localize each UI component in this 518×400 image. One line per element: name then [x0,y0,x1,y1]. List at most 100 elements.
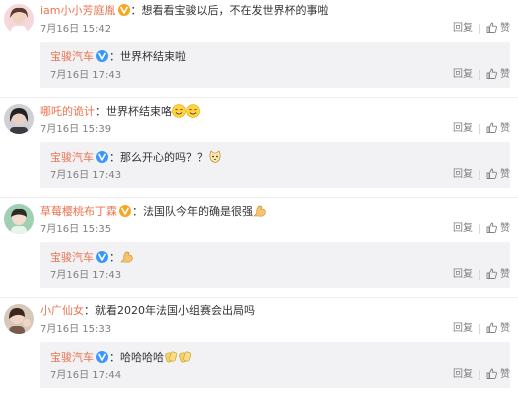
thumbs-up-icon [486,22,497,33]
like-label: 赞 [500,323,510,334]
comment-actions: 回复 赞 [453,368,510,383]
action-divider [479,324,480,334]
like-label: 赞 [500,369,510,380]
comment-actions: 回复 赞 [453,222,510,237]
like-button[interactable]: 赞 [486,222,510,236]
strong-arm-emoji [120,251,133,263]
comment-line: 草莓樱桃布丁霖 ：法国队今年的确是很强 [40,204,267,219]
reply-box: 宝骏汽车 ：哈哈哈哈 7月16日 17:44 回复 赞 [40,342,510,388]
reply-button[interactable]: 回复 [453,68,473,82]
vip-yellow-v-icon [117,4,130,16]
like-label: 赞 [500,123,510,134]
colon-separator: ： [95,105,106,118]
reply-button[interactable]: 回复 [453,122,473,136]
reply-button[interactable]: 回复 [453,322,473,336]
avatar-green [4,204,34,234]
smile-emoji [172,104,186,118]
like-label: 赞 [500,169,510,180]
like-button[interactable]: 赞 [486,22,510,36]
verified-blue-v-icon [96,50,108,62]
comment-text: 就看2020年法国小组赛会出局吗 [95,304,255,317]
comment-timestamp: 7月16日 15:33 [40,324,112,335]
comment-actions: 回复 赞 [453,168,510,183]
like-label: 赞 [500,69,510,80]
comment-actions: 回复 赞 [453,68,510,83]
colon-separator: ： [109,50,120,63]
comment-text: 想看看宝骏以后，不在发世界杯的事啦 [141,4,329,17]
reply-username[interactable]: 宝骏汽车 [50,50,94,63]
comment-actions: 回复 赞 [453,268,510,283]
comment-divider [0,197,518,198]
reply-button[interactable]: 回复 [453,368,473,382]
thumbs-up-icon [486,222,497,233]
comment-timestamp: 7月16日 15:42 [40,24,112,35]
colon-separator: ： [109,251,120,264]
avatar[interactable] [4,304,34,334]
comment-line: 宝骏汽车 ：世界杯结束啦 [50,50,186,64]
like-button[interactable]: 赞 [486,322,510,336]
verified-blue-v-icon [96,151,108,163]
reply-text: 那么开心的吗？？ [120,151,208,164]
comment-text: 世界杯结束咯 [106,105,172,118]
comment-line: 小广仙女：就看2020年法国小组赛会出局吗 [40,304,255,318]
action-divider [479,224,480,234]
reply-button[interactable]: 回复 [453,268,473,282]
comment-line: 宝骏汽车 ：那么开心的吗？？ [50,150,222,165]
reply-username[interactable]: 宝骏汽车 [50,351,94,364]
comment-username[interactable]: 小广仙女 [40,304,84,317]
comment-item: 哪吒的诡计：世界杯结束咯 7月16日 15:39 回复赞宝骏汽车 ：那么开心的吗？？ 7… [0,100,518,200]
reply-button[interactable]: 回复 [453,22,473,36]
like-label: 赞 [500,223,510,234]
avatar[interactable] [4,204,34,234]
comment-username[interactable]: 哪吒的诡计 [40,105,95,118]
colon-separator: ： [130,4,142,17]
action-divider [479,124,480,134]
reply-timestamp: 7月16日 17:43 [50,270,122,281]
action-divider [479,270,480,280]
action-divider [479,24,480,34]
like-button[interactable]: 赞 [486,168,510,182]
comment-timestamp: 7月16日 15:35 [40,224,112,235]
like-button[interactable]: 赞 [486,268,510,282]
reply-button[interactable]: 回复 [453,168,473,182]
like-button[interactable]: 赞 [486,368,510,382]
like-button[interactable]: 赞 [486,68,510,82]
cat-emoji [209,150,221,163]
clap-emoji [165,351,178,363]
comment-actions: 回复 赞 [453,22,510,37]
clap-emoji [179,351,192,363]
thumbs-up-icon [486,368,497,379]
comment-username[interactable]: 草莓樱桃布丁霖 [40,205,117,218]
colon-separator: ： [109,151,120,164]
comment-divider [0,297,518,298]
colon-separator: ： [84,304,95,317]
avatar-girl-dark [4,104,34,134]
strong-arm-emoji [253,205,266,217]
verified-blue-v-icon [96,351,108,363]
reply-username[interactable]: 宝骏汽车 [50,251,94,264]
comment-line: 宝骏汽车 ：哈哈哈哈 [50,350,192,365]
comment-item: 小广仙女：就看2020年法国小组赛会出局吗 7月16日 15:33 回复赞宝骏汽车：… [0,300,518,400]
reply-timestamp: 7月16日 17:43 [50,70,122,81]
comment-list: iam小小芳庭胤 ：想看看宝骏以后，不在发世界杯的事啦 7月16日 15:42 回复赞… [0,0,518,400]
thumbs-up-icon [486,122,497,133]
comment-divider [0,97,518,98]
reply-timestamp: 7月16日 17:44 [50,370,122,381]
reply-box: 宝骏汽车 ：世界杯结束啦 7月16日 17:43 回复 赞 [40,42,510,88]
like-button[interactable]: 赞 [486,122,510,136]
reply-timestamp: 7月16日 17:43 [50,170,122,181]
comment-actions: 回复 赞 [453,322,510,337]
avatar-girl-pink [4,4,34,34]
reply-username[interactable]: 宝骏汽车 [50,151,94,164]
action-divider [479,170,480,180]
comment-username[interactable]: iam小小芳庭胤 [40,4,116,17]
reply-text: 世界杯结束啦 [120,50,186,63]
reply-button[interactable]: 回复 [453,222,473,236]
comment-item: 草莓樱桃布丁霖 ：法国队今年的确是很强 7月16日 15:35 回复赞宝骏汽车： 7月1… [0,200,518,300]
action-divider [479,370,480,380]
verified-blue-v-icon [96,251,108,263]
avatar[interactable] [4,104,34,134]
avatar[interactable] [4,4,34,34]
avatar-girl-hand [4,304,34,334]
comment-text: 法国队今年的确是很强 [143,205,253,218]
